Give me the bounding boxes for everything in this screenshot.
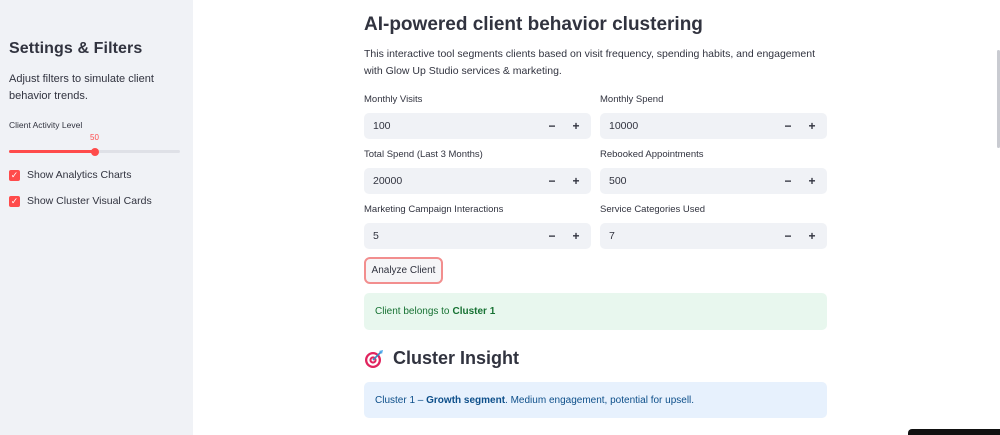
number-input[interactable]: 20000 − +	[364, 168, 591, 194]
insight-title: Cluster Insight	[393, 348, 520, 368]
input-value[interactable]: 10000	[609, 120, 777, 132]
field-label: Monthly Visits	[364, 94, 423, 105]
checkbox-checked-icon[interactable]: ✓	[9, 169, 20, 181]
field-label: Marketing Campaign Interactions	[364, 204, 504, 215]
number-input[interactable]: 100 − +	[364, 113, 591, 139]
input-value[interactable]: 500	[609, 175, 777, 187]
sidebar: Settings & Filters Adjust filters to sim…	[0, 0, 193, 435]
insight-segment: Growth segment	[426, 394, 506, 406]
number-input[interactable]: 5 − +	[364, 223, 591, 249]
slider-fill	[9, 150, 95, 153]
decrement-button[interactable]: −	[541, 223, 563, 249]
field-rebooked-appointments: Rebooked Appointments 500 − +	[600, 149, 827, 194]
input-value[interactable]: 100	[373, 120, 541, 132]
checkbox-analytics-charts[interactable]: ✓ Show Analytics Charts	[9, 167, 181, 183]
input-value[interactable]: 20000	[373, 175, 541, 187]
checkbox-checked-icon[interactable]: ✓	[9, 195, 20, 207]
decrement-button[interactable]: −	[777, 223, 799, 249]
checkbox-cluster-cards[interactable]: ✓ Show Cluster Visual Cards	[9, 193, 181, 209]
bottom-bar	[908, 429, 1000, 435]
field-label: Service Categories Used	[600, 204, 706, 215]
checkbox-label: Show Analytics Charts	[27, 169, 132, 181]
sidebar-description: Adjust filters to simulate client behavi…	[9, 73, 154, 102]
field-service-categories: Service Categories Used 7 − +	[600, 204, 827, 249]
field-label: Total Spend (Last 3 Months)	[364, 149, 483, 160]
insight-detail: . Medium engagement, potential for upsel…	[505, 394, 695, 406]
cluster-result-alert: Client belongs to Cluster 1	[364, 293, 827, 330]
input-value[interactable]: 5	[373, 230, 541, 242]
increment-button[interactable]: +	[565, 168, 587, 194]
activity-slider-label: Client Activity Level	[9, 120, 83, 130]
increment-button[interactable]: +	[565, 223, 587, 249]
field-label: Rebooked Appointments	[600, 149, 704, 160]
checkbox-label: Show Cluster Visual Cards	[27, 195, 152, 207]
slider-thumb[interactable]	[90, 147, 99, 156]
number-input[interactable]: 500 − +	[600, 168, 827, 194]
decrement-button[interactable]: −	[541, 168, 563, 194]
result-cluster: Cluster 1	[452, 306, 496, 317]
activity-slider[interactable]: 50	[9, 133, 180, 157]
cluster-insight-alert: Cluster 1 – Growth segment. Medium engag…	[364, 382, 827, 418]
increment-button[interactable]: +	[565, 113, 587, 139]
number-input[interactable]: 10000 − +	[600, 113, 827, 139]
activity-slider-value: 50	[90, 133, 99, 142]
increment-button[interactable]: +	[801, 113, 823, 139]
decrement-button[interactable]: −	[777, 168, 799, 194]
insight-dash: –	[415, 394, 427, 406]
intro-text: This interactive tool segments clients b…	[364, 48, 815, 77]
sidebar-title: Settings & Filters	[9, 40, 143, 57]
number-input[interactable]: 7 − +	[600, 223, 827, 249]
increment-button[interactable]: +	[801, 168, 823, 194]
decrement-button[interactable]: −	[777, 113, 799, 139]
dart-target-icon	[365, 349, 383, 368]
field-label: Monthly Spend	[600, 94, 664, 105]
analyze-client-button[interactable]: Analyze Client	[364, 257, 443, 284]
result-prefix: Client belongs to	[375, 306, 450, 317]
insight-cluster: Cluster 1	[375, 394, 416, 406]
insight-header: Cluster Insight	[364, 348, 519, 369]
field-total-spend: Total Spend (Last 3 Months) 20000 − +	[364, 149, 591, 194]
page-title: AI-powered client behavior clustering	[364, 14, 703, 35]
field-monthly-spend: Monthly Spend 10000 − +	[600, 94, 827, 139]
input-value[interactable]: 7	[609, 230, 777, 242]
field-monthly-visits: Monthly Visits 100 − +	[364, 94, 591, 139]
increment-button[interactable]: +	[801, 223, 823, 249]
field-marketing-interactions: Marketing Campaign Interactions 5 − +	[364, 204, 591, 249]
decrement-button[interactable]: −	[541, 113, 563, 139]
